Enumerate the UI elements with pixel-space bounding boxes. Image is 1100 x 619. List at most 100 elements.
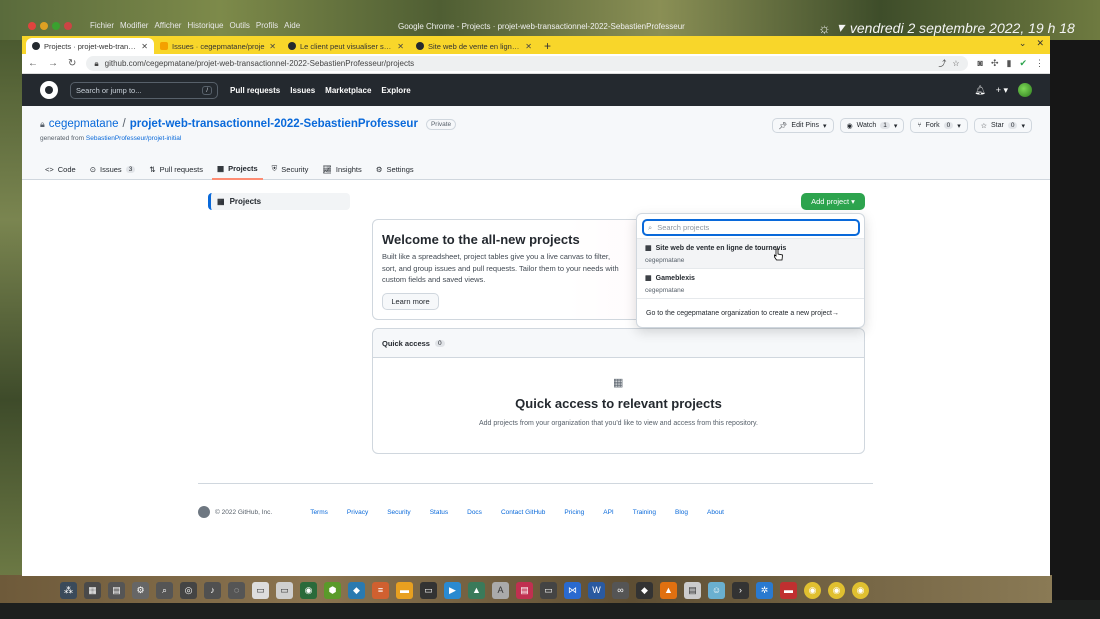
browser-tab-client[interactable]: Le client peut visualiser som ✕	[282, 38, 410, 54]
dropdown-triangle-icon[interactable]: ▾	[837, 19, 844, 36]
tab-insights[interactable]: 📈︎ Insights	[317, 158, 366, 180]
globe-icon[interactable]: ◉	[300, 581, 317, 599]
menu-outils[interactable]: Outils	[229, 21, 249, 30]
app-grid-icon[interactable]: ▦	[84, 581, 101, 599]
vlc-icon[interactable]: ▲	[660, 581, 677, 599]
url-text[interactable]: github.com/cegepmatane/projet-web-transa…	[105, 59, 933, 68]
close-tab-icon[interactable]: ✕	[525, 42, 532, 51]
nav-explore[interactable]: Explore	[381, 86, 410, 95]
forward-icon[interactable]: →	[48, 58, 58, 69]
share-icon[interactable]: ⤴	[938, 58, 946, 69]
footer-link-training[interactable]: Training	[633, 509, 656, 516]
reload-icon[interactable]: ↻	[68, 58, 76, 69]
close-tab-icon[interactable]: ✕	[397, 42, 404, 51]
footer-link-about[interactable]: About	[707, 509, 724, 516]
network-icon[interactable]: ◎	[180, 581, 197, 599]
project-option[interactable]: ▦ Site web de vente en ligne de tournevi…	[637, 238, 864, 268]
edit-pins-button[interactable]: 📌︎ Edit Pins ▾	[771, 118, 834, 133]
back-icon[interactable]: ←	[28, 58, 38, 69]
url-field[interactable]: 🔒︎ github.com/cegepmatane/projet-web-tra…	[86, 56, 968, 71]
monitor-icon[interactable]: ▭	[540, 581, 557, 599]
template-repo-link[interactable]: SebastienProfesseur/projet-initial	[86, 135, 181, 142]
tab-projects[interactable]: ▦ Projects	[211, 158, 263, 180]
tab-settings[interactable]: ⚙ Settings	[371, 158, 419, 180]
bookmark-star-icon[interactable]: ☆	[952, 59, 959, 68]
star-button[interactable]: ☆ Star 0 ▾	[973, 118, 1032, 133]
nav-marketplace[interactable]: Marketplace	[325, 86, 371, 95]
footer-link-status[interactable]: Status	[430, 509, 448, 516]
nav-issues[interactable]: Issues	[290, 86, 315, 95]
footer-link-terms[interactable]: Terms	[310, 509, 328, 516]
learn-more-button[interactable]: Learn more	[382, 293, 439, 310]
notification-bell-icon[interactable]: 🔔︎	[974, 85, 985, 96]
files-icon[interactable]: ▤	[108, 581, 125, 599]
tab-code[interactable]: <> Code	[40, 158, 81, 180]
close-tab-icon[interactable]: ✕	[141, 42, 148, 51]
mixer-icon[interactable]: ▤	[516, 581, 533, 599]
menu-historique[interactable]: Historique	[187, 21, 223, 30]
browser-tab-site-web[interactable]: Site web de vente en ligne de ✕	[410, 38, 538, 54]
app-menu-icon[interactable]	[64, 22, 72, 30]
github-logo-icon[interactable]	[198, 506, 210, 518]
user-avatar[interactable]	[1018, 83, 1032, 97]
footer-link-security[interactable]: Security	[387, 509, 410, 516]
check-extension-icon[interactable]: ✔	[1019, 58, 1027, 69]
launcher-icon[interactable]: ⁂	[60, 581, 77, 599]
lock-icon[interactable]: 🔒︎	[94, 59, 98, 69]
repo-owner-link[interactable]: cegepmatane	[49, 118, 119, 130]
footer-link-privacy[interactable]: Privacy	[347, 509, 368, 516]
project-option[interactable]: ▦ Gameblexis cegepmatane	[637, 268, 864, 298]
vscode-icon[interactable]: ⋈	[564, 581, 581, 599]
footer-link-api[interactable]: API	[603, 509, 613, 516]
text-editor-icon[interactable]: ▤	[684, 581, 701, 599]
notes-icon[interactable]: ▭	[252, 581, 269, 599]
menu-aide[interactable]: Aide	[284, 21, 300, 30]
tab-security[interactable]: ⛨ Security	[267, 158, 314, 180]
menu-fichier[interactable]: Fichier	[90, 21, 114, 30]
search-projects-input[interactable]: ⌕ Search projects	[642, 219, 860, 236]
menu-modifier[interactable]: Modifier	[120, 21, 148, 30]
menu-afficher[interactable]: Afficher	[154, 21, 181, 30]
nav-pull-requests[interactable]: Pull requests	[230, 86, 280, 95]
camera-extension-icon[interactable]: ◙	[978, 58, 983, 69]
menu-profils[interactable]: Profils	[256, 21, 278, 30]
red-app-icon[interactable]: ▬	[780, 581, 797, 599]
search-app-icon[interactable]: ⌕	[156, 581, 173, 599]
puzzle-extension-icon[interactable]: ✣	[991, 58, 999, 69]
close-window-icon[interactable]	[28, 22, 36, 30]
browser-tab-projects[interactable]: Projects · projet-web-transac ✕	[26, 38, 154, 54]
chrome-icon[interactable]: ◉	[852, 581, 869, 599]
watch-button[interactable]: ◉ Watch 1 ▾	[839, 118, 905, 133]
fork-button[interactable]: ⑂ Fork 0 ▾	[910, 118, 968, 133]
create-org-project-link[interactable]: Go to the cegepmatane organization to cr…	[637, 298, 864, 327]
chrome-icon[interactable]: ◉	[828, 581, 845, 599]
font-icon[interactable]: A	[492, 581, 509, 599]
documents-icon[interactable]: ▭	[276, 581, 293, 599]
folder-icon[interactable]: ▬	[396, 581, 413, 599]
sidebar-item-projects[interactable]: ▦ Projects	[208, 193, 350, 210]
emacs-icon[interactable]: ∞	[612, 581, 629, 599]
close-browser-icon[interactable]: ✕	[1036, 38, 1044, 49]
github-logo-icon[interactable]	[40, 81, 58, 99]
repo-name-link[interactable]: projet-web-transactionnel-2022-Sebastien…	[130, 118, 418, 130]
create-new-icon[interactable]: + ▾	[996, 85, 1008, 96]
sidepanel-icon[interactable]: ▮	[1007, 58, 1012, 69]
word-icon[interactable]: W	[588, 581, 605, 599]
tab-issues[interactable]: ⊙ Issues 3	[85, 158, 141, 180]
stack-icon[interactable]: ≡	[372, 581, 389, 599]
screenshot-icon[interactable]: ◌	[228, 581, 245, 599]
clock-text[interactable]: vendredi 2 septembre 2022, 19 h 18	[850, 20, 1075, 36]
network-share-icon[interactable]: ✲	[756, 581, 773, 599]
global-search-input[interactable]: Search or jump to... /	[70, 81, 218, 99]
inkscape-icon[interactable]: ◆	[636, 581, 653, 599]
add-project-button[interactable]: Add project ▾	[801, 193, 865, 210]
tab-pull-requests[interactable]: ⇅ Pull requests	[144, 158, 208, 180]
tab-search-icon[interactable]: ⌄	[1019, 38, 1027, 49]
messenger-icon[interactable]: ☺	[708, 581, 725, 599]
chrome-icon[interactable]: ◉	[804, 581, 821, 599]
terminal-icon[interactable]: ▭	[420, 581, 437, 599]
footer-link-pricing[interactable]: Pricing	[564, 509, 584, 516]
kebab-menu-icon[interactable]: ⋮	[1035, 58, 1044, 69]
footer-link-docs[interactable]: Docs	[467, 509, 482, 516]
settings-icon[interactable]: ⚙	[132, 581, 149, 599]
